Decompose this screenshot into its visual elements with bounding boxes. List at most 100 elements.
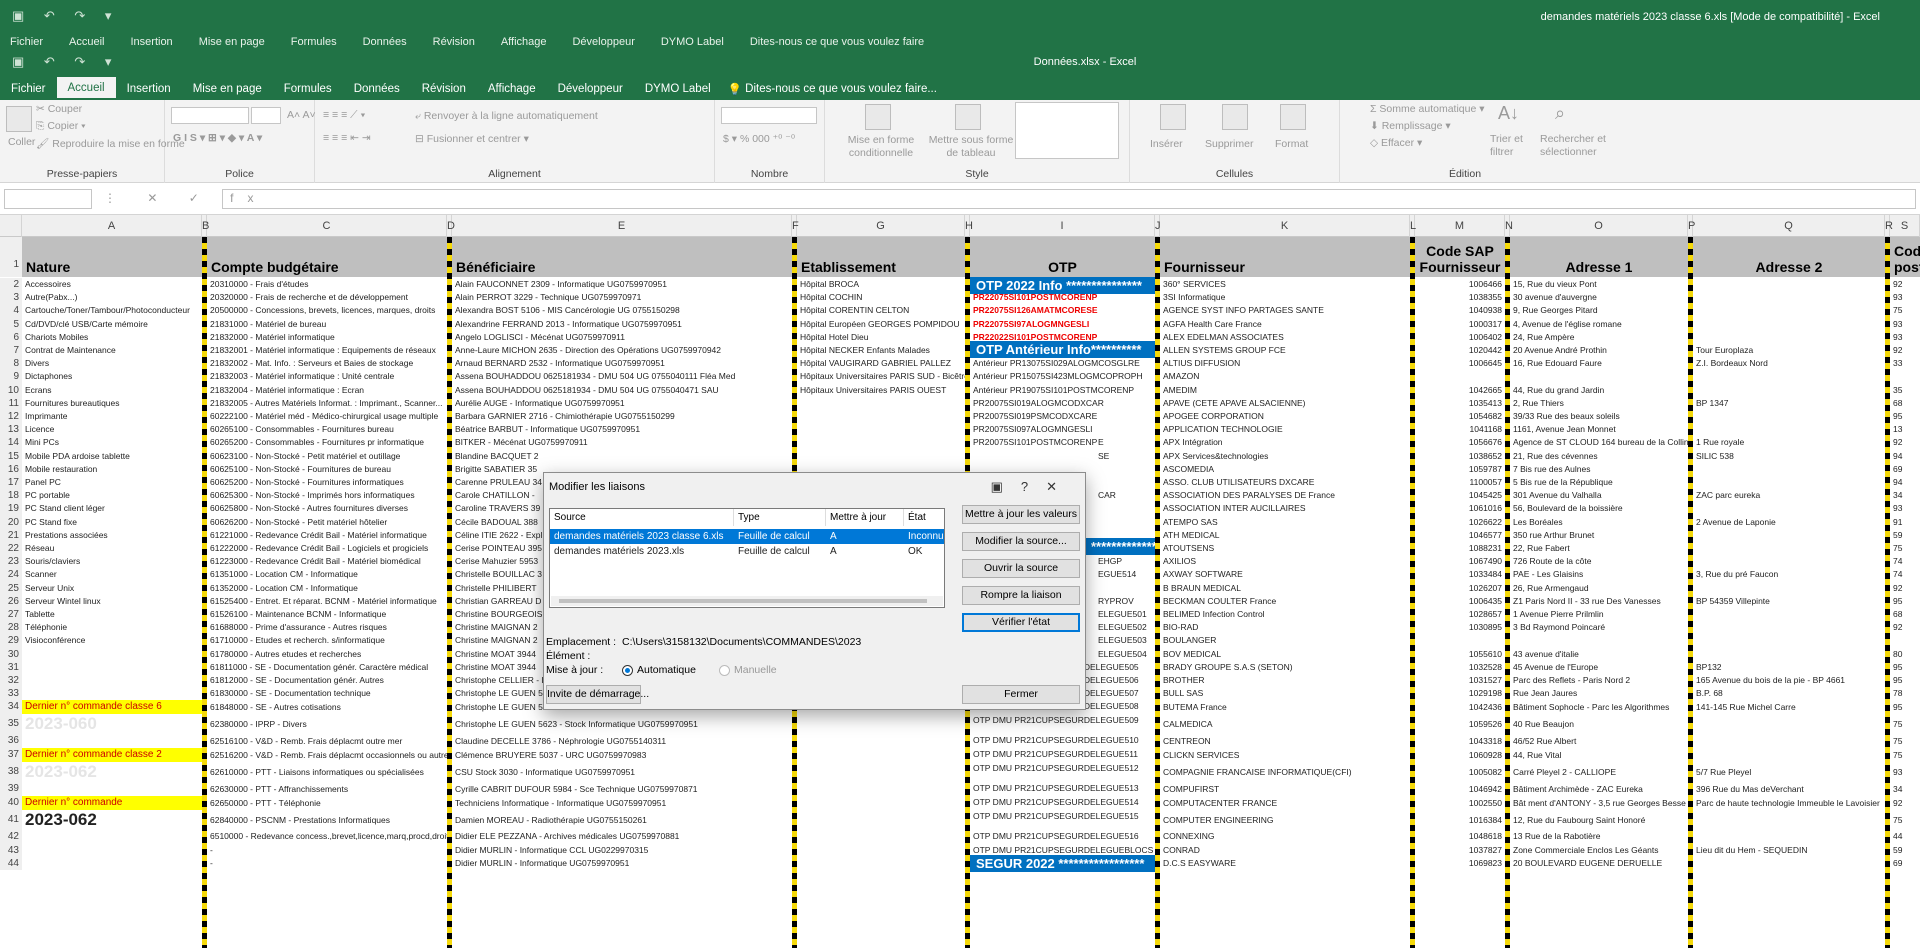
- grid-cell[interactable]: Carré Pleyel 2 - CALLIOPE: [1510, 762, 1688, 782]
- grid-cell[interactable]: 21832002 - Mat. Info. : Serveurs et Baie…: [207, 357, 447, 370]
- grid-cell[interactable]: 1038355: [1415, 291, 1505, 304]
- update-values-button[interactable]: Mettre à jour les valeurs: [962, 505, 1080, 524]
- grid-cell[interactable]: 1006645: [1415, 357, 1505, 370]
- grid-cell[interactable]: Visioconférence: [22, 634, 202, 647]
- row-number[interactable]: 30: [0, 647, 22, 661]
- grid-cell[interactable]: 2023-060: [22, 714, 202, 734]
- grid-cell[interactable]: [22, 830, 202, 843]
- fill-button[interactable]: ⬇ Remplissage ▾: [1370, 120, 1451, 132]
- grid-cell[interactable]: Autre(Pabx...): [22, 291, 202, 304]
- grid-cell[interactable]: 92: [1890, 582, 1920, 595]
- header-cell[interactable]: Etablissement: [797, 237, 965, 277]
- grid-cell[interactable]: 360° SERVICES: [1160, 278, 1410, 291]
- grid-cell[interactable]: 61811000 - SE - Documentation génér. Car…: [207, 661, 447, 674]
- row-number[interactable]: 38: [0, 762, 22, 783]
- grid-cell[interactable]: [1693, 502, 1885, 515]
- grid-cell[interactable]: 1161, Avenue Jean Monnet: [1510, 423, 1688, 436]
- grid-cell[interactable]: 22, Rue Fabert: [1510, 542, 1688, 555]
- grid-cell[interactable]: BECKMAN COULTER France: [1160, 595, 1410, 608]
- grid-cell[interactable]: [797, 410, 965, 423]
- row-number[interactable]: 40: [0, 796, 22, 811]
- grid-cell[interactable]: [797, 397, 965, 410]
- grid-cell[interactable]: [1890, 634, 1920, 647]
- grid-cell[interactable]: ASCOMEDIA: [1160, 463, 1410, 476]
- grid-cell[interactable]: 62650000 - PTT - Téléphonie: [207, 796, 447, 810]
- grid-cell[interactable]: [22, 857, 202, 870]
- grid-cell[interactable]: 2023-062: [22, 762, 202, 782]
- grid-cell[interactable]: APAVE (CETE APAVE ALSACIENNE): [1160, 397, 1410, 410]
- paste-icon[interactable]: [6, 106, 32, 132]
- grid-cell[interactable]: 3 Bd Raymond Poincaré: [1510, 621, 1688, 634]
- grid-cell[interactable]: 39/33 Rue des beaux soleils: [1510, 410, 1688, 423]
- grid-cell[interactable]: [797, 423, 965, 436]
- grid-cell[interactable]: [1693, 608, 1885, 621]
- grid-cell[interactable]: Dictaphones: [22, 370, 202, 383]
- row-number[interactable]: 6: [0, 330, 22, 344]
- grid-cell[interactable]: Téléphonie: [22, 621, 202, 634]
- cut-button[interactable]: ✂ Couper: [36, 103, 82, 115]
- grid-cell[interactable]: Accessoires: [22, 278, 202, 291]
- grid-cell[interactable]: Divers: [22, 357, 202, 370]
- grid-cell[interactable]: Contrat de Maintenance: [22, 344, 202, 357]
- column-header[interactable]: G: [797, 215, 965, 237]
- grid-cell[interactable]: SILIC 538: [1693, 450, 1885, 463]
- font-size-select[interactable]: [251, 107, 281, 124]
- grid-cell[interactable]: ASSO. CLUB UTILISATEURS DXCARE: [1160, 476, 1410, 489]
- grid-cell[interactable]: Parc des Reflets - Paris Nord 2: [1510, 674, 1688, 687]
- row-number[interactable]: 39: [0, 782, 22, 797]
- grid-cell[interactable]: 74: [1890, 568, 1920, 581]
- grid-cell[interactable]: BRADY GROUPE S.A.S (SETON): [1160, 661, 1410, 674]
- grid-cell[interactable]: -: [207, 844, 447, 857]
- row-number[interactable]: 23: [0, 555, 22, 569]
- grid-cell[interactable]: OTP DMU PR21CUPSEGURDELEGUE515: [970, 810, 1155, 823]
- row-number[interactable]: 12: [0, 410, 22, 424]
- grid-cell[interactable]: APOGEE CORPORATION: [1160, 410, 1410, 423]
- grid-cell[interactable]: Prestations associées: [22, 529, 202, 542]
- tab-r-vision[interactable]: Révision: [411, 77, 477, 100]
- grid-cell[interactable]: CONRAD: [1160, 844, 1410, 857]
- grid-cell[interactable]: 1048618: [1415, 830, 1505, 843]
- grid-cell[interactable]: 34: [1890, 782, 1920, 796]
- grid-cell[interactable]: 16, Rue Edouard Faure: [1510, 357, 1688, 370]
- grid-cell[interactable]: [1693, 278, 1885, 291]
- grid-cell[interactable]: 7 Bis rue des Aulnes: [1510, 463, 1688, 476]
- row-number[interactable]: 18: [0, 489, 22, 503]
- grid-cell[interactable]: 24, Rue Ampère: [1510, 331, 1688, 344]
- grid-cell[interactable]: 1 Avenue Pierre Prilmlin: [1510, 608, 1688, 621]
- grid-cell[interactable]: BELIMED Infection Control: [1160, 608, 1410, 621]
- row-number[interactable]: 44: [0, 856, 22, 870]
- link-row[interactable]: demandes matériels 2023.xls Feuille de c…: [550, 544, 944, 559]
- grid-cell[interactable]: [1415, 634, 1505, 647]
- row-number[interactable]: 3: [0, 291, 22, 305]
- number-format-select[interactable]: [721, 107, 817, 124]
- grid-cell[interactable]: 1040938: [1415, 304, 1505, 317]
- grid-cell[interactable]: Mini PCs: [22, 436, 202, 449]
- grid-cell[interactable]: [1693, 810, 1885, 830]
- format-painter-button[interactable]: 🖌 Reproduire la mise en forme: [36, 137, 185, 150]
- grid-cell[interactable]: AXILIOS: [1160, 555, 1410, 568]
- grid-cell[interactable]: Z1 Paris Nord II - 33 rue Des Vanesses: [1510, 595, 1688, 608]
- grid-cell[interactable]: 1055610: [1415, 648, 1505, 661]
- grid-cell[interactable]: 95: [1890, 661, 1920, 674]
- grid-cell[interactable]: 44: [1890, 830, 1920, 843]
- grid-cell[interactable]: [1693, 714, 1885, 734]
- grid-cell[interactable]: 1006402: [1415, 331, 1505, 344]
- column-header[interactable]: C: [207, 215, 447, 237]
- grid-cell[interactable]: Hôpitaux Universitaires PARIS SUD - Bicê…: [797, 370, 965, 383]
- grid-cell[interactable]: [1693, 555, 1885, 568]
- grid-cell[interactable]: [1693, 331, 1885, 344]
- tab-mise-en-page[interactable]: Mise en page: [182, 77, 273, 100]
- grid-cell[interactable]: 93: [1890, 502, 1920, 515]
- grid-cell[interactable]: CLICKN SERVICES: [1160, 748, 1410, 762]
- grid-cell[interactable]: 21832003 - Matériel informatique : Unité…: [207, 370, 447, 383]
- clear-button[interactable]: ◇ Effacer ▾: [1370, 137, 1422, 149]
- grid-cell[interactable]: PR22075SI126AMATMCORESE: [970, 304, 1155, 317]
- grid-cell[interactable]: BIO-RAD: [1160, 621, 1410, 634]
- grid-cell[interactable]: Hôpital COCHIN: [797, 291, 965, 304]
- grid-cell[interactable]: Claudine DECELLE 3786 - Néphrologie UG07…: [452, 734, 792, 748]
- row-number[interactable]: 33: [0, 687, 22, 701]
- links-list[interactable]: Source Type Mettre à jour État demandes …: [549, 508, 945, 608]
- grid-cell[interactable]: [22, 674, 202, 687]
- row-number[interactable]: 1: [0, 237, 22, 277]
- grid-cell[interactable]: E: [1095, 436, 1155, 449]
